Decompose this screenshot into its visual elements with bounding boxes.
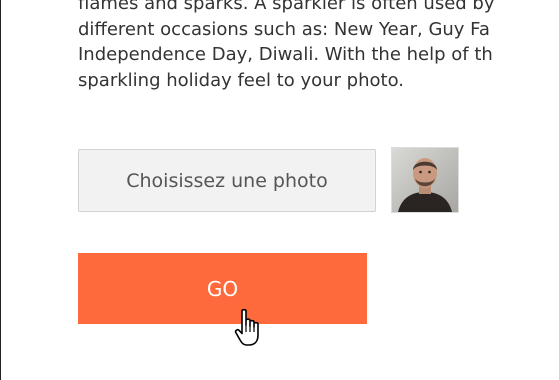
go-button-label: GO <box>206 276 239 301</box>
effect-description: flames and sparks. A sparkler is often u… <box>78 0 559 93</box>
hand-pointer-cursor-icon <box>234 308 259 346</box>
selected-photo-thumbnail <box>392 148 458 212</box>
page: flames and sparks. A sparkler is often u… <box>0 0 559 380</box>
go-button[interactable]: GO <box>78 253 367 324</box>
description-line-3: Independence Day, Diwali. With the help … <box>78 44 493 65</box>
choose-photo-button[interactable]: Choisissez une photo <box>78 149 376 212</box>
description-line-1: flames and sparks. A sparkler is often u… <box>78 0 495 14</box>
description-line-4: sparkling holiday feel to your photo. <box>78 69 404 91</box>
choose-photo-label: Choisissez une photo <box>126 169 328 192</box>
person-photo-icon <box>392 148 458 212</box>
description-line-2: different occasions such as: New Year, G… <box>78 18 490 40</box>
